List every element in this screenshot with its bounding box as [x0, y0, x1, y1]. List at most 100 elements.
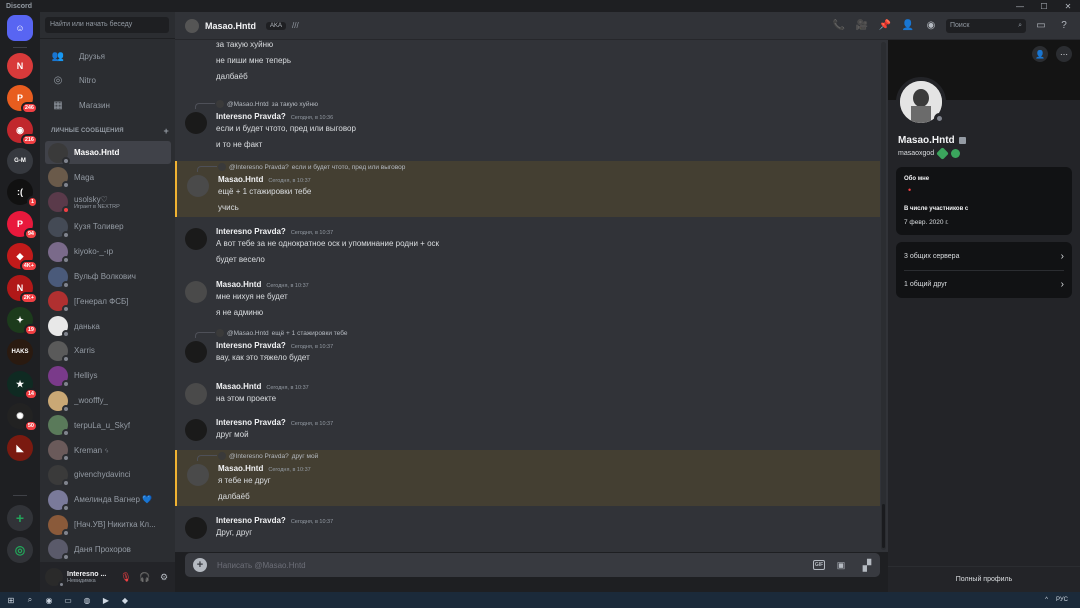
settings-gear-icon[interactable]: ⚙	[157, 570, 171, 584]
message-author[interactable]: Interesno Pravda?	[216, 341, 286, 350]
reply-preview[interactable]: @Masao.Hntd за такую хуйню	[216, 100, 318, 108]
reply-preview[interactable]: @Masao.Hntd ещё + 1 стажировки тебе	[216, 329, 348, 337]
dm-item[interactable]: Maga	[45, 166, 171, 190]
message-author[interactable]: Masao.Hntd	[218, 464, 263, 473]
app-icon[interactable]: ◉	[41, 592, 57, 608]
add-friend-icon[interactable]: 👤	[1032, 46, 1048, 62]
user-info[interactable]: Interesno ... Невидимка	[67, 571, 115, 584]
maximize-button[interactable]: ☐	[1032, 0, 1056, 12]
full-profile-button[interactable]: Полный профиль	[888, 566, 1080, 592]
message[interactable]: Interesno Pravda? Сегодня, в 10:37 друг мо…	[175, 416, 880, 444]
video-call-icon[interactable]: 🎥	[854, 18, 870, 34]
nav-friends[interactable]: 👥 Друзья	[45, 46, 171, 66]
server-icon[interactable]: ✺ 50	[7, 403, 38, 432]
dm-item[interactable]: kiyoko-_-ıp	[45, 240, 171, 264]
dm-item[interactable]: Helliys	[45, 364, 171, 388]
badge-icon[interactable]	[936, 147, 950, 160]
scrollbar-track[interactable]	[881, 42, 886, 550]
server-icon[interactable]: ★ 14	[7, 371, 38, 400]
dm-item[interactable]: terpuLa_u_Skyf	[45, 414, 171, 438]
server-icon[interactable]: N	[7, 53, 33, 79]
find-conversation-button[interactable]: Найти или начать беседу	[45, 17, 169, 33]
dm-item[interactable]: Kreman ᛃ	[45, 439, 171, 463]
server-icon[interactable]: ◉ 216	[7, 117, 38, 146]
start-icon[interactable]: ⊞	[3, 592, 19, 608]
server-icon[interactable]: P 94	[7, 211, 38, 240]
message[interactable]: @Masao.Hntd ещё + 1 стажировки тебе Intere…	[175, 327, 880, 371]
minimize-button[interactable]: —	[1008, 0, 1032, 12]
message[interactable]: за такую хуйню не пиши мне теперь далбаёб	[175, 40, 880, 92]
message[interactable]: @Interesno Pravda? если и будет чтото, пр…	[175, 161, 880, 217]
aka-badge[interactable]: AKA	[266, 21, 287, 30]
message-author[interactable]: Interesno Pravda?	[216, 227, 286, 236]
user-profile-toggle-icon[interactable]: ◉	[923, 18, 939, 34]
inbox-icon[interactable]: ▭	[1033, 18, 1049, 34]
server-icon[interactable]: ◣	[7, 435, 33, 461]
reply-preview[interactable]: @Interesno Pravda? друг мой	[218, 452, 318, 460]
nav-nitro[interactable]: ◎ Nitro	[45, 70, 171, 90]
deafen-icon[interactable]: 🎧	[138, 570, 152, 584]
avatar[interactable]	[187, 464, 209, 486]
mute-icon[interactable]: 🎙	[119, 570, 133, 584]
voice-call-icon[interactable]: 📞	[831, 18, 847, 34]
gif-button[interactable]: GIF	[812, 558, 826, 572]
avatar[interactable]	[185, 341, 207, 363]
explore-servers-button[interactable]: ◎	[7, 537, 33, 563]
more-options-icon[interactable]: ⋯	[1056, 46, 1072, 62]
message[interactable]: @Interesno Pravda? друг мой Masao.Hntd Сего…	[175, 450, 880, 506]
explorer-icon[interactable]: ▭	[60, 592, 76, 608]
attach-button[interactable]: +	[193, 558, 207, 572]
dm-item[interactable]: Masao.Hntd	[45, 141, 171, 165]
help-icon[interactable]: ?	[1056, 18, 1072, 34]
avatar[interactable]	[187, 175, 209, 197]
message-author[interactable]: Masao.Hntd	[218, 175, 263, 184]
scrollbar-thumb[interactable]	[882, 504, 885, 548]
server-icon[interactable]: P 246	[7, 85, 38, 114]
dm-item[interactable]: данька	[45, 315, 171, 339]
search-icon[interactable]: ⌕	[22, 592, 38, 608]
server-icon[interactable]: N 2K+	[7, 275, 38, 304]
reply-preview[interactable]: @Interesno Pravda? если и будет чтото, пр…	[218, 163, 405, 171]
message[interactable]: Masao.Hntd Сегодня, в 10:37 на этом проект…	[175, 380, 880, 408]
server-icon[interactable]: HAKS	[7, 339, 33, 365]
message-author[interactable]: Interesno Pravda?	[216, 516, 286, 525]
apps-icon[interactable]: ▞	[855, 553, 879, 577]
language-indicator[interactable]: РУС	[1056, 597, 1068, 603]
dm-item[interactable]: Вульф Волкович	[45, 265, 171, 289]
mutual-servers-row[interactable]: 3 общих сервера ›	[904, 251, 1064, 262]
nav-shop[interactable]: ▦ Магазин	[45, 95, 171, 115]
dm-item[interactable]: Кузя Толивер	[45, 215, 171, 239]
dm-item[interactable]: _woofffy_	[45, 389, 171, 413]
avatar[interactable]	[185, 419, 207, 441]
search-input[interactable]: Поиск ⌕	[946, 18, 1026, 33]
mutual-friends-row[interactable]: 1 общий друг ›	[904, 279, 1064, 290]
dm-item[interactable]: [Нач.УВ] Никитка Кл...	[45, 513, 171, 537]
app-icon[interactable]: ◆	[117, 592, 133, 608]
server-icon[interactable]: :(1	[7, 179, 38, 208]
server-icon[interactable]: G-M	[7, 148, 33, 174]
tray-expand-icon[interactable]: ^	[1045, 597, 1048, 603]
message-author[interactable]: Interesno Pravda?	[216, 112, 286, 121]
avatar[interactable]	[185, 517, 207, 539]
avatar[interactable]	[185, 112, 207, 134]
message[interactable]: @Masao.Hntd за такую хуйню Interesno Pravd…	[175, 98, 880, 154]
avatar[interactable]	[185, 228, 207, 250]
avatar[interactable]	[185, 281, 207, 303]
avatar[interactable]	[45, 568, 65, 588]
close-button[interactable]: ✕	[1056, 0, 1080, 12]
pinned-messages-icon[interactable]: 📌	[877, 18, 893, 34]
dm-item[interactable]: [Генерал ФСБ]	[45, 290, 171, 314]
message-author[interactable]: Interesno Pravda?	[216, 418, 286, 427]
dm-item[interactable]: givenchydavinci	[45, 463, 171, 487]
message[interactable]: Interesno Pravda? Сегодня, в 10:37 Друг, д…	[175, 514, 880, 542]
message-author[interactable]: Masao.Hntd	[216, 382, 261, 391]
sticker-icon[interactable]: ▣	[834, 558, 848, 572]
badge-icon[interactable]	[951, 149, 961, 158]
server-icon[interactable]: ✦ 19	[7, 307, 38, 336]
media-icon[interactable]: ▶	[98, 592, 114, 608]
message[interactable]: Masao.Hntd Сегодня, в 10:37 мне нихуя не б…	[175, 278, 880, 322]
discord-taskbar-icon[interactable]: ◍	[79, 592, 95, 608]
dm-item[interactable]: usolsky♡ Играет в NEXTRP	[45, 191, 171, 215]
home-button[interactable]: ☺	[7, 15, 33, 41]
message[interactable]: Interesno Pravda? Сегодня, в 10:37 А вот т…	[175, 225, 880, 269]
